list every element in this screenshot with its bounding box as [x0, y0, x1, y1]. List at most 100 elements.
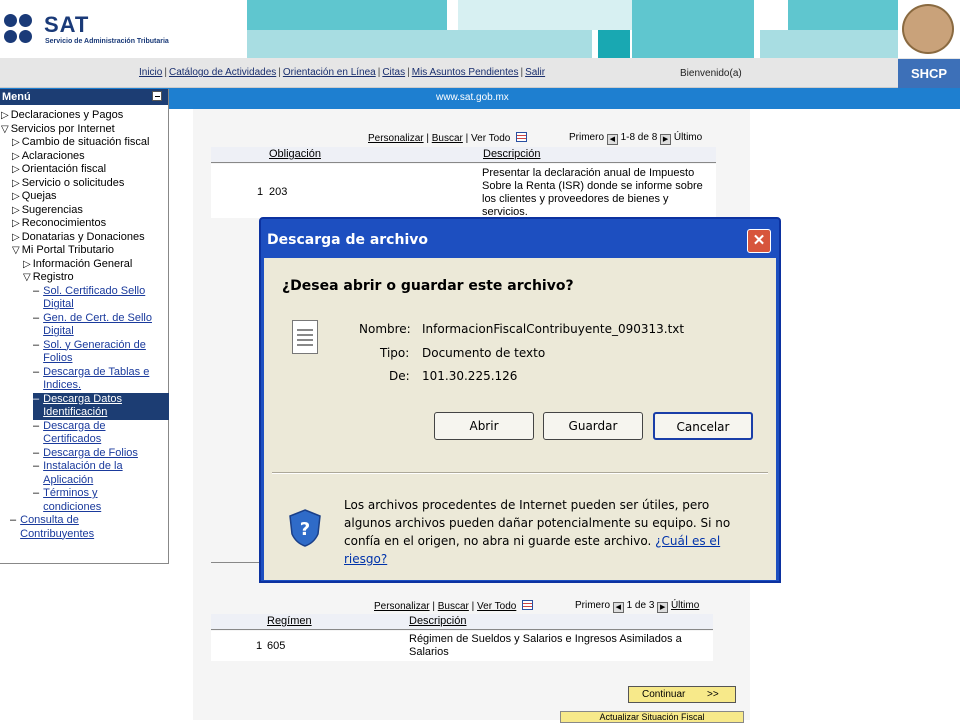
continuar-button[interactable]: Continuar >>	[628, 686, 736, 703]
menu-item[interactable]: ▽ Registro	[23, 271, 74, 283]
expand-down-icon[interactable]: ▽	[23, 272, 31, 283]
menu-sublink[interactable]: – Instalación de la Aplicación	[33, 460, 123, 487]
grid-icon[interactable]	[516, 132, 528, 142]
menu-item[interactable]: ▷ Donatarias y Donaciones	[12, 231, 145, 243]
personalizar-link[interactable]: Personalizar	[374, 601, 430, 612]
menu-item[interactable]: ▷ Información General	[23, 258, 132, 270]
abrir-button[interactable]: Abrir	[434, 412, 534, 440]
ultimo-link[interactable]: Último	[671, 600, 699, 611]
menu-sublink-text[interactable]: Descarga de Tablas e	[43, 366, 149, 380]
menu-item[interactable]: ▷ Declaraciones y Pagos	[1, 109, 123, 121]
menu-sublink[interactable]: – Descarga de Tablas e Indices.	[33, 366, 149, 393]
actualizar-button[interactable]: Actualizar Situación Fiscal	[560, 711, 744, 723]
menu-item-label: Cambio de situación fiscal	[21, 136, 150, 148]
menu-sublink[interactable]: – Descarga Datos Identificación	[33, 392, 169, 420]
expand-down-icon[interactable]: ▽	[12, 245, 20, 256]
guardar-button[interactable]: Guardar	[543, 412, 643, 440]
nav-link-citas[interactable]: Citas	[382, 67, 405, 78]
menu-sublink-text[interactable]: Términos y	[43, 487, 101, 501]
menu-item[interactable]: ▷ Reconocimientos	[12, 217, 106, 229]
menu-sublink-text[interactable]: Certificados	[43, 433, 105, 447]
table1-header: Obligación Descripción	[211, 147, 716, 163]
menu-sublink-text[interactable]: Aplicación	[43, 474, 123, 488]
next-page-icon[interactable]: ▶	[657, 602, 669, 613]
menu-sublink-text[interactable]: Instalación de la	[43, 460, 123, 474]
menu-sublink-text[interactable]: Indices.	[43, 379, 149, 393]
menu-sublink-text[interactable]: Identificación	[43, 406, 122, 420]
consulta-link-text[interactable]: Consulta de	[20, 514, 94, 528]
nav-link-inicio[interactable]: Inicio	[139, 67, 162, 78]
menu-sublink-consulta[interactable]: – Consulta de Contribuyentes	[10, 514, 94, 541]
expand-down-icon[interactable]: ▽	[1, 124, 9, 135]
expand-right-icon[interactable]: ▷	[12, 205, 20, 216]
de-value: 101.30.225.126	[422, 369, 518, 383]
cancelar-button[interactable]: Cancelar	[653, 412, 753, 440]
nav-link-catalogo[interactable]: Catálogo de Actividades	[169, 67, 276, 78]
security-shield-icon: ?	[289, 509, 321, 547]
menu-sublink-text[interactable]: Digital	[43, 325, 152, 339]
personalizar-link[interactable]: Personalizar	[368, 133, 424, 144]
col-descripcion[interactable]: Descripción	[409, 615, 466, 627]
menu-sublink-text[interactable]: Folios	[43, 352, 146, 366]
expand-right-icon[interactable]: ▷	[12, 218, 20, 229]
ver-todo-link[interactable]: Ver Todo	[477, 601, 516, 612]
expand-right-icon[interactable]: ▷	[12, 151, 20, 162]
nav-link-orientacion[interactable]: Orientación en Línea	[283, 67, 376, 78]
expand-right-icon[interactable]: ▷	[12, 178, 20, 189]
buscar-link[interactable]: Buscar	[432, 133, 463, 144]
menu-item[interactable]: ▷ Servicio o solicitudes	[12, 177, 124, 189]
nav-link-asuntos[interactable]: Mis Asuntos Pendientes	[412, 67, 519, 78]
expand-right-icon[interactable]: ▷	[12, 191, 20, 202]
col-obligacion[interactable]: Obligación	[269, 148, 321, 160]
menu-sublink-text[interactable]: Descarga de	[43, 420, 105, 434]
menu-sublink-text[interactable]: Sol. y Generación de	[43, 339, 146, 353]
menu-item[interactable]: ▷ Aclaraciones	[12, 150, 85, 162]
menu-sublink-text[interactable]: Descarga Datos	[43, 393, 122, 407]
menu-minimize-icon[interactable]	[152, 91, 162, 101]
dash-marker: –	[33, 284, 40, 297]
prev-page-icon[interactable]: ◀	[612, 602, 624, 613]
regimen-desc: Régimen de Sueldos y Salarios e Ingresos…	[409, 633, 682, 658]
menu-sublink[interactable]: – Gen. de Cert. de Sello Digital	[33, 312, 152, 339]
welcome-text: Bienvenido(a)	[680, 68, 742, 79]
menu-sublink-text[interactable]: Digital	[43, 298, 145, 312]
consulta-link-text[interactable]: Contribuyentes	[20, 528, 94, 542]
menu-item[interactable]: ▷ Cambio de situación fiscal	[12, 136, 150, 148]
expand-right-icon[interactable]: ▷	[23, 259, 31, 270]
menu-sublink[interactable]: – Términos y condiciones	[33, 487, 101, 514]
menu-item[interactable]: ▷ Orientación fiscal	[12, 163, 106, 175]
menu-item[interactable]: ▷ Quejas	[12, 190, 57, 202]
buscar-link[interactable]: Buscar	[438, 601, 469, 612]
menu-item[interactable]: ▽ Mi Portal Tributario	[12, 244, 114, 256]
nav-link-salir[interactable]: Salir	[525, 67, 545, 78]
expand-right-icon[interactable]: ▷	[12, 164, 20, 175]
next-page-icon[interactable]: ▶	[660, 134, 672, 145]
menu-item-label: Registro	[32, 271, 74, 283]
col-descripcion[interactable]: Descripción	[483, 148, 540, 160]
dialog-question: ¿Desea abrir o guardar este archivo?	[282, 278, 574, 294]
menu-sublink[interactable]: – Descarga de Folios	[33, 447, 138, 461]
menu-sublink[interactable]: – Descarga de Certificados	[33, 420, 106, 447]
table2-header: Regímen Descripción	[211, 614, 713, 630]
expand-right-icon[interactable]: ▷	[1, 110, 9, 121]
menu-sublink[interactable]: – Sol. Certificado Sello Digital	[33, 285, 145, 312]
continuar-label: Continuar	[642, 689, 686, 700]
col-regimen[interactable]: Regímen	[267, 615, 312, 627]
menu-item[interactable]: ▷ Sugerencias	[12, 204, 83, 216]
prev-page-icon[interactable]: ◀	[606, 134, 618, 145]
menu-sublink-text[interactable]: Gen. de Cert. de Sello	[43, 312, 152, 326]
menu-sublink[interactable]: – Sol. y Generación de Folios	[33, 339, 146, 366]
close-icon[interactable]: ✕	[747, 229, 771, 253]
shcp-badge[interactable]: SHCP	[898, 59, 960, 88]
header-decoration	[598, 30, 630, 58]
menu-sublink-text[interactable]: condiciones	[43, 501, 101, 515]
menu-sublink-text[interactable]: Sol. Certificado Sello	[43, 285, 145, 299]
sat-logo[interactable]: SAT Servicio de Administración Tributari…	[4, 12, 184, 50]
expand-right-icon[interactable]: ▷	[12, 137, 20, 148]
menu-sublink-text[interactable]: Descarga de Folios	[43, 447, 138, 461]
expand-right-icon[interactable]: ▷	[12, 232, 20, 243]
ver-todo-link[interactable]: Ver Todo	[471, 133, 510, 144]
site-url[interactable]: www.sat.gob.mx	[436, 92, 509, 103]
menu-item[interactable]: ▽ Servicios por Internet	[1, 123, 115, 135]
grid-icon[interactable]	[522, 600, 534, 610]
